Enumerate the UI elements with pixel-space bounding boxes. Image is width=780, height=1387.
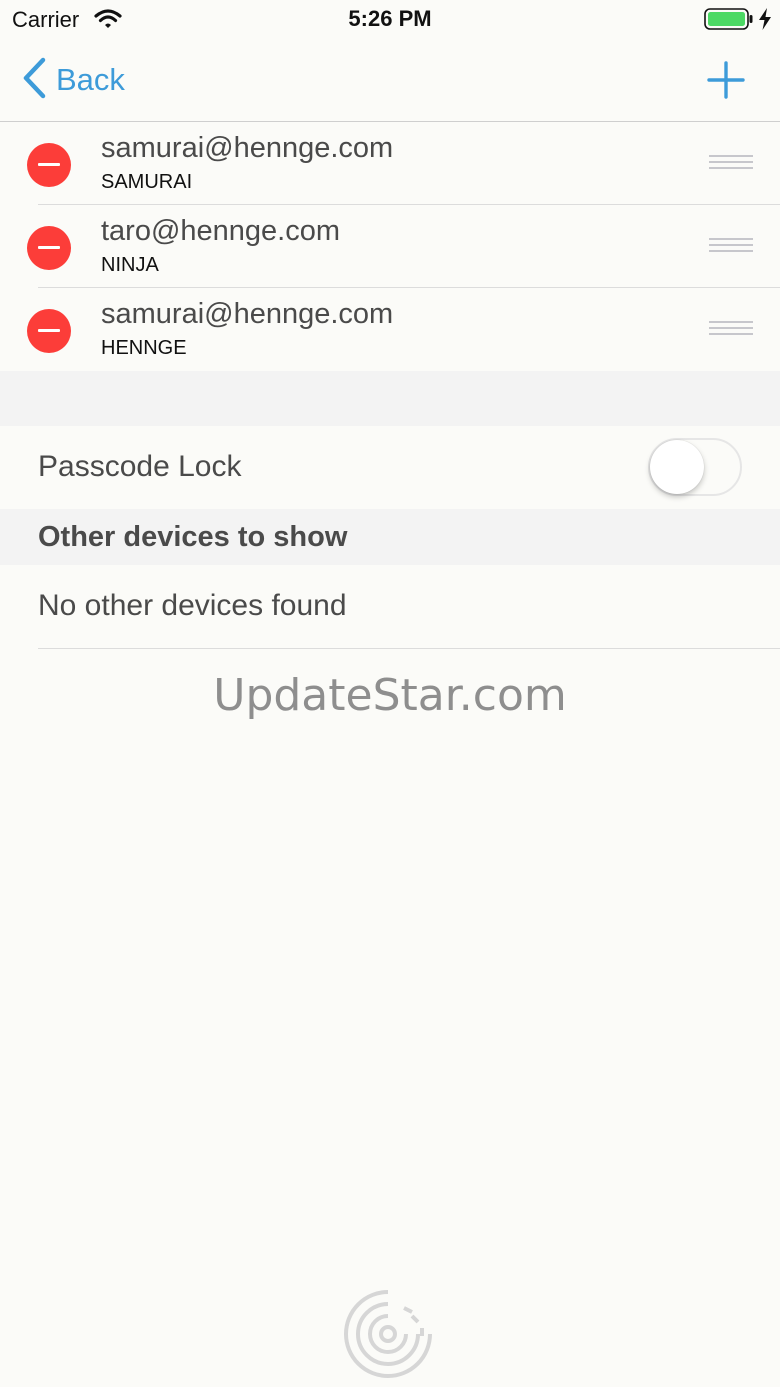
account-email: samurai@hennge.com (101, 132, 394, 164)
add-account-button[interactable] (706, 60, 746, 100)
status-time: 5:26 PM (348, 6, 432, 31)
minus-icon (38, 246, 60, 249)
section-spacer (0, 371, 780, 426)
watermark-text: UpdateStar.com (213, 670, 567, 721)
back-button-label: Back (56, 62, 125, 97)
charging-icon (758, 8, 772, 35)
account-name: NINJA (101, 254, 159, 276)
account-row[interactable]: samurai@hennge.com HENNGE (0, 288, 780, 371)
minus-icon (38, 329, 60, 332)
watermark-logo-icon (342, 1286, 438, 1387)
account-row[interactable]: taro@hennge.com NINJA (0, 205, 780, 288)
section-header-label: Other devices to show (38, 521, 348, 553)
navigation-bar: Back (0, 40, 780, 122)
reorder-handle-icon[interactable] (709, 155, 753, 175)
screen: Carrier 5:26 PM Back samurai@hennge.com … (0, 0, 780, 1387)
account-row[interactable]: samurai@hennge.com SAMURAI (0, 122, 780, 205)
reorder-handle-icon[interactable] (709, 321, 753, 341)
section-header: Other devices to show (0, 509, 780, 565)
delete-button[interactable] (27, 226, 71, 270)
battery-icon (704, 8, 754, 35)
minus-icon (38, 163, 60, 166)
devices-empty-label: No other devices found (38, 589, 347, 622)
delete-button[interactable] (27, 143, 71, 187)
back-button[interactable]: Back (22, 56, 125, 104)
account-name: HENNGE (101, 337, 187, 359)
row-divider (38, 648, 780, 649)
plus-icon (706, 61, 746, 104)
account-email: samurai@hennge.com (101, 298, 394, 330)
passcode-lock-toggle[interactable] (648, 438, 742, 496)
passcode-lock-label: Passcode Lock (38, 450, 242, 483)
toggle-knob (650, 440, 704, 494)
delete-button[interactable] (27, 309, 71, 353)
account-list: samurai@hennge.com SAMURAI taro@hennge.c… (0, 122, 780, 371)
chevron-left-icon (22, 56, 48, 105)
devices-empty-row: No other devices found (0, 565, 780, 649)
status-bar: Carrier 5:26 PM (0, 0, 780, 40)
account-email: taro@hennge.com (101, 215, 341, 247)
account-name: SAMURAI (101, 171, 193, 193)
passcode-lock-row: Passcode Lock (0, 426, 780, 509)
reorder-handle-icon[interactable] (709, 238, 753, 258)
